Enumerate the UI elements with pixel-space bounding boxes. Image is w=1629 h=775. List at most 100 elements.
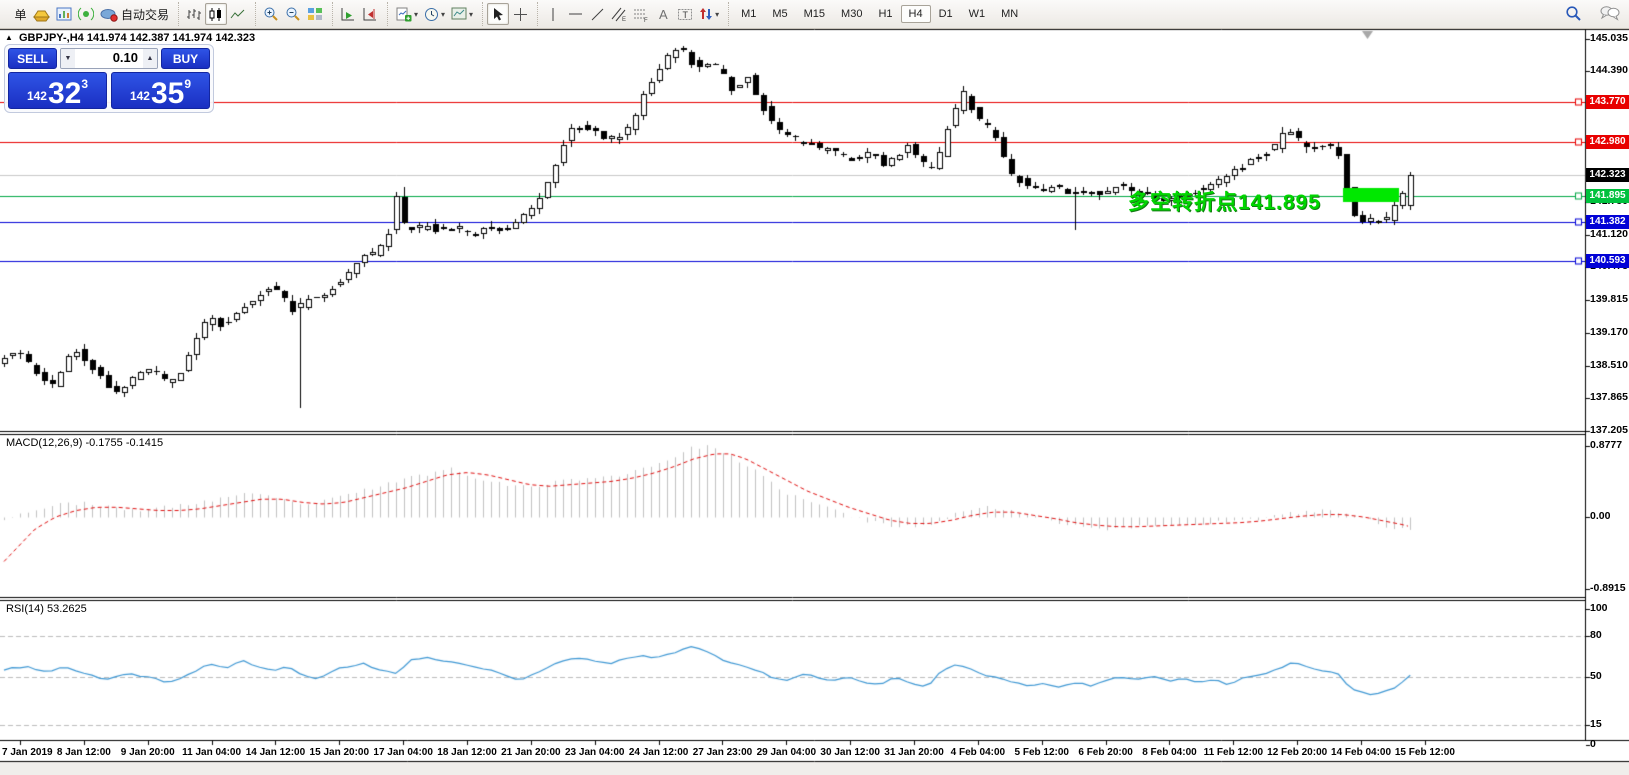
candles-icon <box>208 7 224 22</box>
price-tick-label: 141.120 <box>1590 228 1628 240</box>
channel-icon: E <box>611 7 627 22</box>
tile-windows-button[interactable] <box>304 3 326 25</box>
text-button[interactable]: A <box>652 3 674 25</box>
trendline-button[interactable] <box>586 3 608 25</box>
horizontal-line-button[interactable] <box>564 3 586 25</box>
periods-button[interactable]: ▾ <box>421 3 448 25</box>
fibonacci-button[interactable]: F <box>630 3 652 25</box>
vertical-line-button[interactable] <box>542 3 564 25</box>
tline-icon <box>590 7 605 22</box>
buy-price-prefix: 142 <box>129 89 150 103</box>
zoom-in-button[interactable] <box>260 3 282 25</box>
bars-icon <box>186 7 202 22</box>
mt4-window: ▲ GBPJPY-,H4 141.974 142.387 141.974 142… <box>0 0 1629 775</box>
rsi-tick-label: 50 <box>1590 670 1602 682</box>
level-price-label[interactable]: 140.593 <box>1586 254 1629 269</box>
sell-price-sup: 3 <box>81 77 89 91</box>
timeframe-m5-button[interactable]: M5 <box>764 5 795 23</box>
zoom-out-button[interactable] <box>282 3 304 25</box>
level-price-label[interactable]: 142.980 <box>1586 134 1629 149</box>
one-click-trading-panel: SELL ▼ 0.10 ▲ BUY 142 32 3 142 35 9 <box>4 44 214 113</box>
cursor-button[interactable] <box>487 3 510 25</box>
buy-button[interactable]: BUY <box>161 48 210 69</box>
svg-text:E: E <box>622 17 626 22</box>
text-label-button[interactable]: T <box>674 3 696 25</box>
timeframe-h4-button[interactable]: H4 <box>900 5 931 23</box>
crosshair-button[interactable] <box>509 3 531 25</box>
textA-icon: A <box>656 7 670 22</box>
dropdown-caret-icon[interactable]: ▾ <box>441 10 445 19</box>
chart-header-ohlc: 141.974 142.387 141.974 142.323 <box>86 32 256 44</box>
timeframe-mn-button[interactable]: MN <box>993 5 1026 23</box>
shiftend-icon <box>362 7 378 22</box>
dropdown-caret-icon[interactable]: ▾ <box>414 10 418 19</box>
autoscroll-icon <box>340 7 356 22</box>
toolbar-group <box>255 2 330 26</box>
chat-button[interactable] <box>1597 2 1623 24</box>
sell-price-prefix: 142 <box>26 89 47 103</box>
line-chart-button[interactable] <box>227 3 249 25</box>
search-button[interactable] <box>1562 2 1585 24</box>
shapes-icon <box>699 7 713 21</box>
buy-price-big: 35 <box>150 77 185 110</box>
current-price-label[interactable]: 142.323 <box>1586 167 1629 182</box>
toolbar: 单 自动交易 ▾ ▾ ▾ E F A T ▾ M1 M5 M15 M30 H1 H4 D1 W1 MN <box>0 0 1629 29</box>
chart-shift-button[interactable] <box>359 3 381 25</box>
collapse-arrow-icon[interactable]: ▲ <box>5 33 13 42</box>
annotation-text[interactable]: 多空转折点141.895 <box>1128 186 1321 216</box>
tile-icon <box>307 7 323 21</box>
search-icon <box>1565 5 1582 22</box>
volume-decrease-button[interactable]: ▼ <box>61 49 75 68</box>
chat-icon <box>1600 5 1620 21</box>
line-icon <box>230 7 246 22</box>
timeframe-m1-button[interactable]: M1 <box>733 5 764 23</box>
new-chart-button[interactable]: ▾ <box>392 3 421 25</box>
sell-price-box[interactable]: 142 32 3 <box>8 72 107 109</box>
data-window-button[interactable] <box>53 3 75 25</box>
newchart-icon <box>395 7 412 22</box>
level-price-label[interactable]: 141.895 <box>1586 189 1629 204</box>
timeframe-d1-button[interactable]: D1 <box>931 5 961 23</box>
new-order-button-label: 单 <box>14 7 27 22</box>
dropdown-caret-icon[interactable]: ▾ <box>715 10 719 19</box>
gold-icon <box>33 7 50 22</box>
candlestick-button[interactable] <box>205 3 228 25</box>
price-tick-label: 137.865 <box>1590 390 1628 403</box>
chart-header-symbol: GBPJPY-,H4 <box>18 32 84 44</box>
macd-tick-label: 0.8777 <box>1590 438 1623 451</box>
templates-button[interactable]: ▾ <box>448 3 476 25</box>
rsi-tick-label: 0 <box>1590 738 1596 750</box>
timeframe-m15-button[interactable]: M15 <box>796 5 833 23</box>
svg-text:F: F <box>644 18 648 22</box>
sell-button[interactable]: SELL <box>8 48 57 69</box>
autotrade-button-label: 自动交易 <box>121 7 170 22</box>
toolbar-group: ▾ ▾ ▾ <box>387 2 480 26</box>
time-axis-label: 15 Feb 12:00 <box>1394 747 1455 758</box>
sell-price-big: 32 <box>47 77 82 110</box>
navigator-button[interactable] <box>75 3 97 25</box>
timeframe-w1-button[interactable]: W1 <box>961 5 994 23</box>
price-tick-label: 137.205 <box>1590 424 1628 436</box>
level-price-label[interactable]: 143.770 <box>1586 95 1629 110</box>
toolbar-group <box>482 2 535 26</box>
market-watch-button[interactable] <box>30 3 53 25</box>
auto-scroll-button[interactable] <box>337 3 359 25</box>
timeframe-m30-button[interactable]: M30 <box>833 5 870 23</box>
arrows-button[interactable]: ▾ <box>696 3 722 25</box>
autotrade-button[interactable]: 自动交易 <box>97 3 172 25</box>
chart-canvas[interactable] <box>0 0 1629 775</box>
timeframe-group: M1 M5 M15 M30 H1 H4 D1 W1 MN <box>728 2 1030 26</box>
toolbar-group: 单 自动交易 <box>4 2 176 26</box>
volume-spinner: ▼ 0.10 ▲ <box>60 48 158 69</box>
bar-chart-button[interactable] <box>183 3 205 25</box>
level-price-label[interactable]: 141.382 <box>1586 214 1629 229</box>
buy-price-box[interactable]: 142 35 9 <box>111 72 210 109</box>
new-order-button[interactable]: 单 <box>8 3 30 25</box>
zoomin-icon <box>263 6 279 22</box>
volume-increase-button[interactable]: ▲ <box>143 49 157 68</box>
volume-value[interactable]: 0.10 <box>75 49 143 68</box>
labelT-icon: T <box>677 7 693 22</box>
timeframe-h1-button[interactable]: H1 <box>870 5 900 23</box>
equidistant-channel-button[interactable]: E <box>608 3 630 25</box>
dropdown-caret-icon[interactable]: ▾ <box>469 10 473 19</box>
